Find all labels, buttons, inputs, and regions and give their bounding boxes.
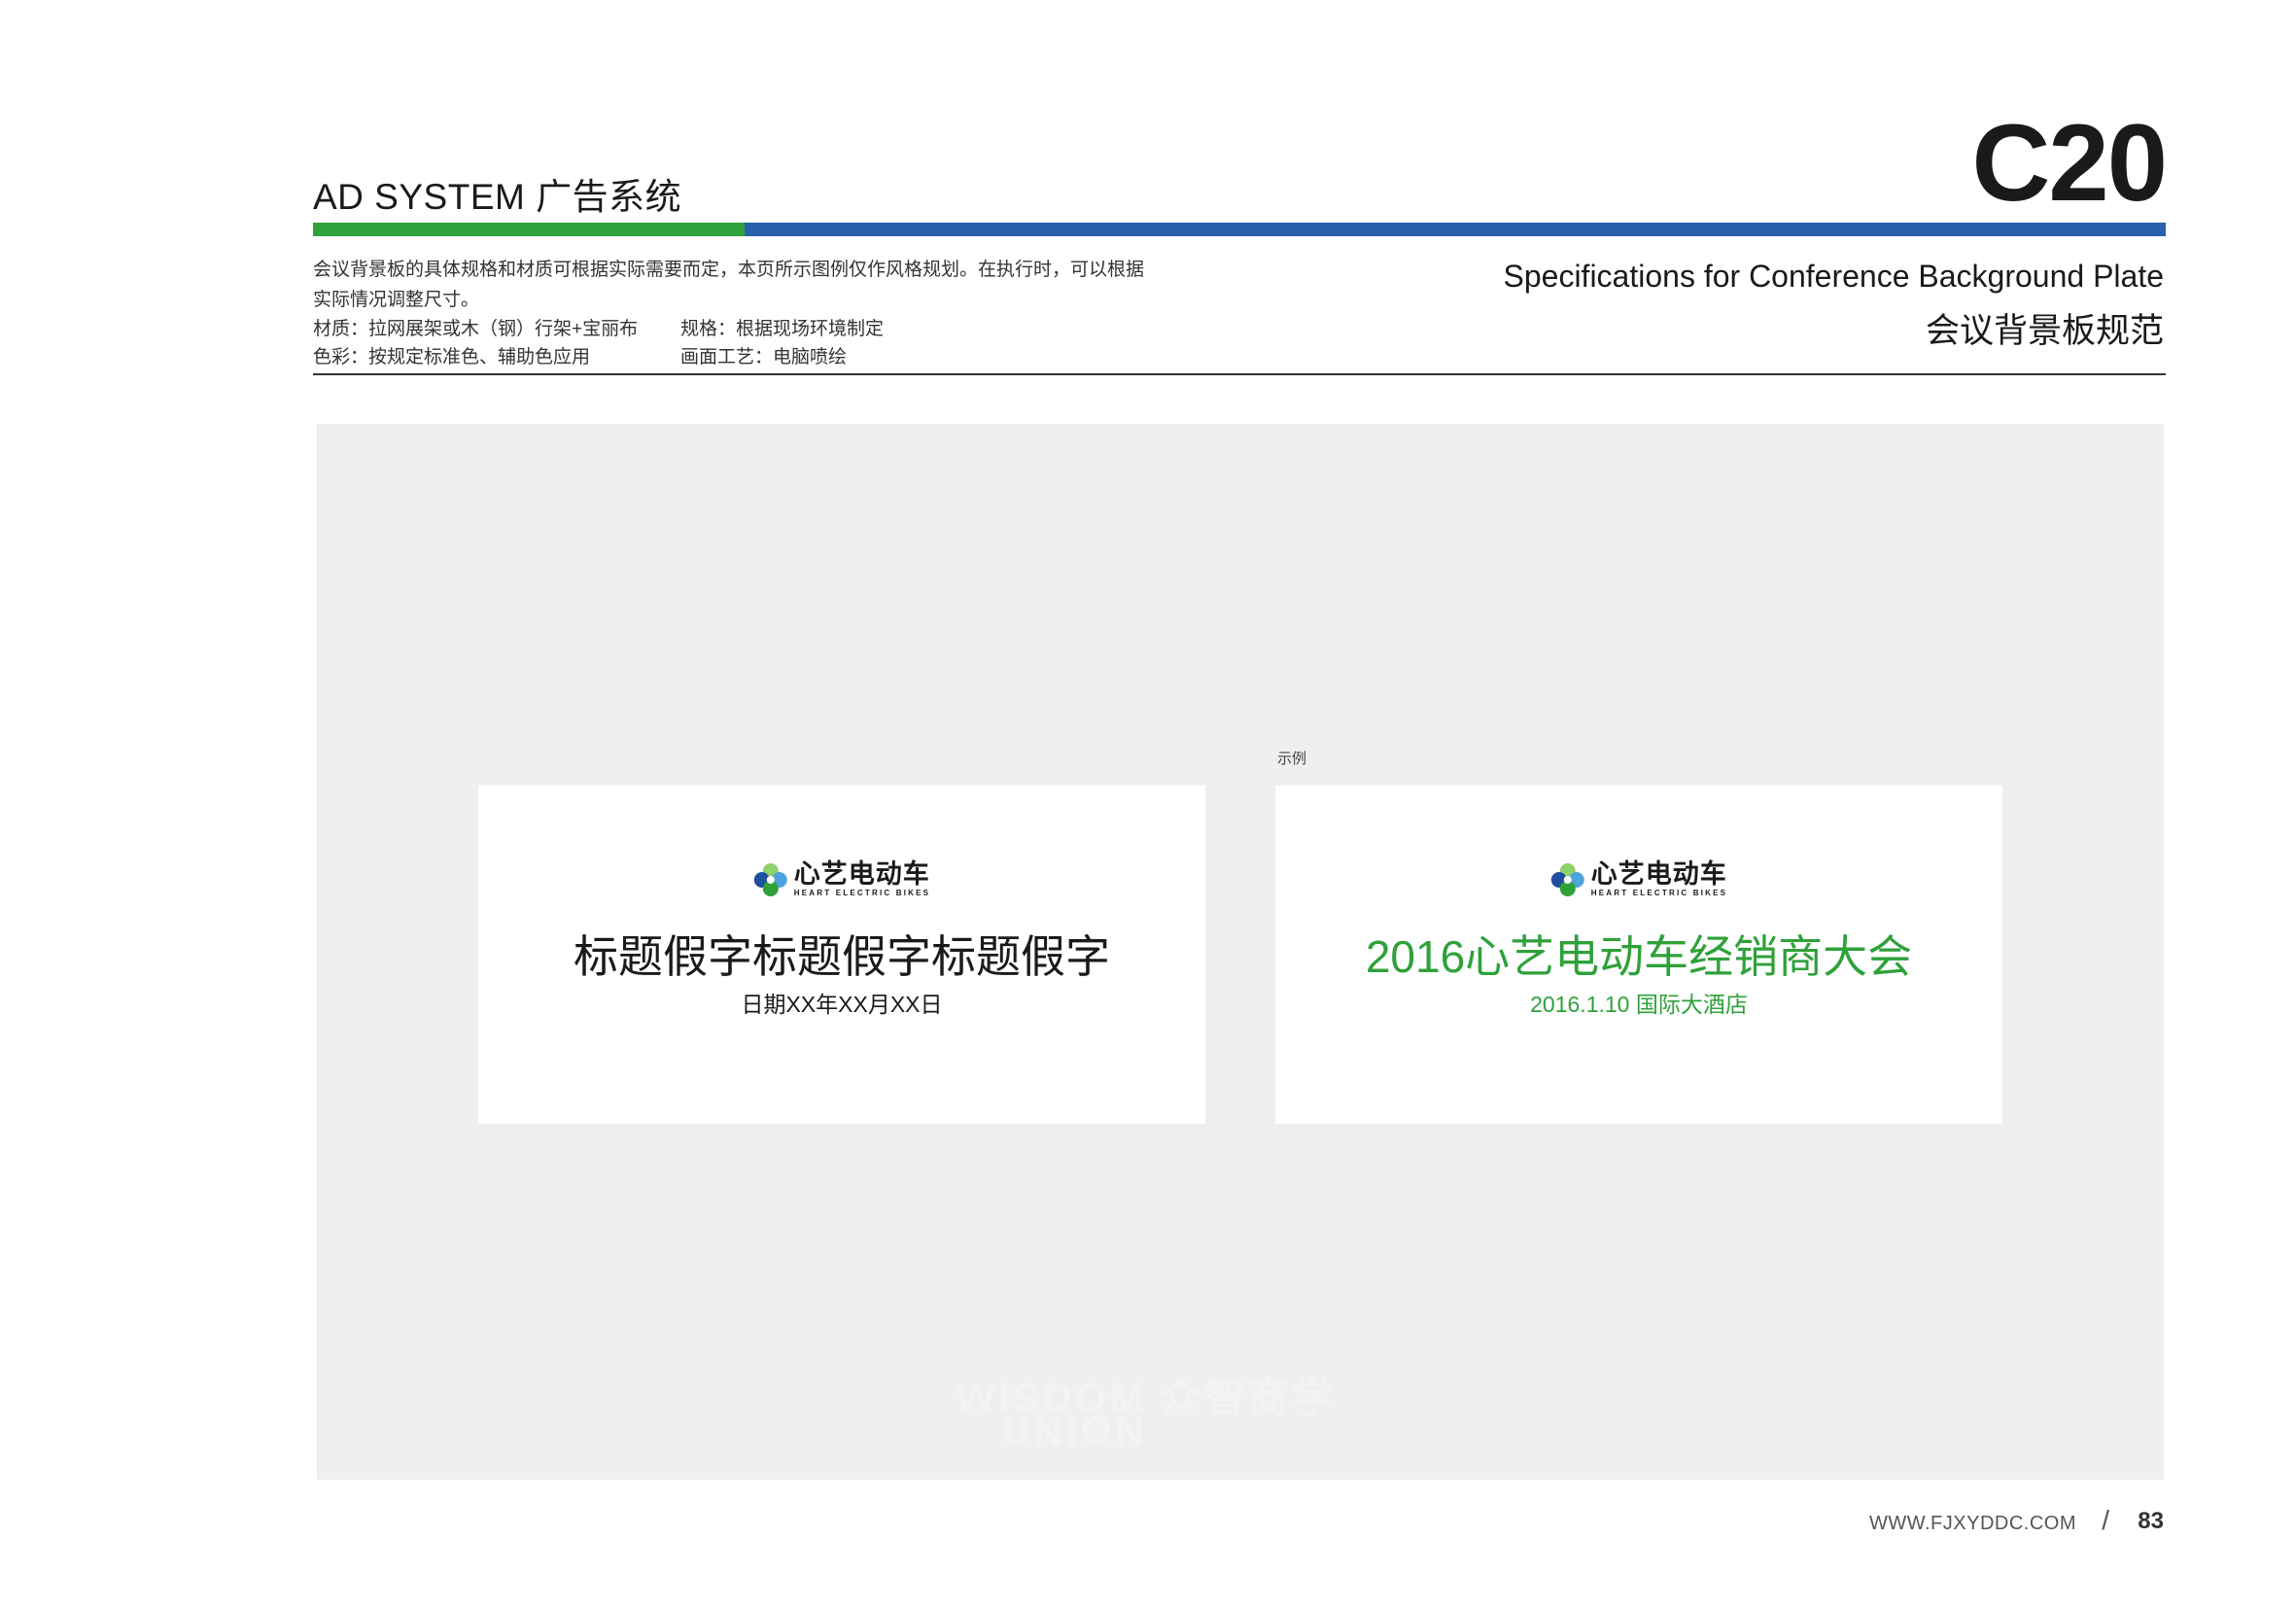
description-color-row: 色彩：按规定标准色、辅助色应用 画面工艺：电脑喷绘 xyxy=(313,342,847,368)
watermark-line-2: UNION xyxy=(1001,1408,1148,1453)
green-bar-segment xyxy=(313,223,745,236)
logo-name-en: HEART ELECTRIC BIKES xyxy=(793,889,931,897)
board-subtitle: 2016.1.10 国际大酒店 xyxy=(1530,992,1748,1017)
blue-bar-segment xyxy=(745,223,2166,236)
board-title: 2016心艺电动车经销商大会 xyxy=(1365,931,1913,982)
material-text: 材质：拉网展架或木（钢）行架+宝丽布 xyxy=(313,319,639,339)
craft-text: 画面工艺：电脑喷绘 xyxy=(680,347,848,367)
description-material-row: 材质：拉网展架或木（钢）行架+宝丽布 规格：根据现场环境制定 xyxy=(313,314,884,340)
clover-logo-icon xyxy=(753,862,787,896)
spec-title-en: Specifications for Conference Background… xyxy=(1503,259,2165,294)
example-label: 示例 xyxy=(1277,751,1307,767)
brand-logo: 心艺电动车 HEART ELECTRIC BIKES xyxy=(753,861,930,897)
brand-logo: 心艺电动车 HEART ELECTRIC BIKES xyxy=(1550,861,1727,897)
color-text: 色彩：按规定标准色、辅助色应用 xyxy=(313,347,591,367)
page-number: 83 xyxy=(2138,1508,2164,1534)
clover-logo-icon xyxy=(1550,862,1584,896)
description-line-1: 会议背景板的具体规格和材质可根据实际需要而定，本页所示图例仅作风格规划。在执行时… xyxy=(313,260,1145,280)
header-divider xyxy=(313,373,2166,375)
page-code: C20 xyxy=(1971,102,2168,224)
logo-name-cn: 心艺电动车 xyxy=(1590,859,1727,889)
watermark: WISDOM 众智商学 UNION xyxy=(957,1351,1365,1458)
spec-text: 规格：根据现场环境制定 xyxy=(680,319,885,339)
board-title: 标题假字标题假字标题假字 xyxy=(574,931,1110,982)
section-title: AD SYSTEM 广告系统 xyxy=(313,177,682,217)
brand-color-bar xyxy=(313,223,2166,236)
board-subtitle: 日期XX年XX月XX日 xyxy=(741,992,943,1017)
logo-name-en: HEART ELECTRIC BIKES xyxy=(1590,889,1728,897)
footer-slash: / xyxy=(2102,1505,2109,1535)
example-board: 心艺电动车 HEART ELECTRIC BIKES 2016心艺电动车经销商大… xyxy=(1275,786,2002,1124)
spec-title-zh: 会议背景板规范 xyxy=(1925,312,2164,350)
template-board: 心艺电动车 HEART ELECTRIC BIKES 标题假字标题假字标题假字 … xyxy=(478,786,1205,1124)
footer-url: WWW.FJXYDDC.COM xyxy=(1868,1513,2076,1534)
description-line-2: 实际情况调整尺寸。 xyxy=(313,290,480,310)
logo-name-cn: 心艺电动车 xyxy=(793,859,930,889)
